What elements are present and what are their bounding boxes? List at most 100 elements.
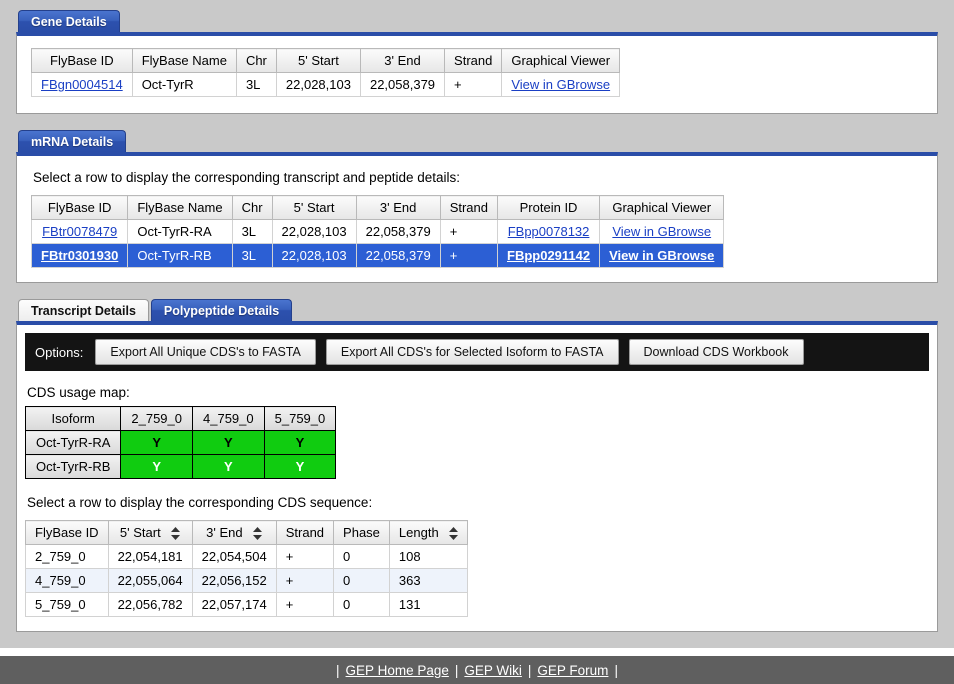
cell-isoform-name: Oct-TyrR-RA — [24, 430, 122, 455]
footer-spacer — [0, 648, 954, 656]
col-start[interactable]: 5' Start — [107, 519, 193, 546]
cell-chr: 3L — [231, 243, 273, 268]
cell-start: 22,056,782 — [107, 592, 193, 618]
gene-details-tabstrip: Gene Details — [16, 6, 938, 32]
cell-usage: Y — [263, 430, 337, 455]
col-isoform: Isoform — [24, 406, 122, 431]
footer-separator: | — [336, 662, 340, 678]
mrna-details-table: FlyBase ID FlyBase Name Chr 5' Start 3' … — [30, 195, 725, 268]
col-flybase-id: FlyBase ID — [25, 519, 109, 546]
col-label: 3' End — [206, 525, 243, 540]
detail-panel: Options: Export All Unique CDS's to FAST… — [16, 321, 938, 633]
cell-flybase-id: FBtr0078479 — [30, 219, 129, 244]
col-cds-4-759-0: 4_759_0 — [192, 406, 265, 431]
cell-strand: + — [444, 72, 503, 97]
cell-flybase-id: 4_759_0 — [25, 568, 109, 594]
col-end[interactable]: 3' End — [191, 519, 277, 546]
col-strand: Strand — [275, 519, 335, 546]
cell-flybase-id: 5_759_0 — [25, 592, 109, 618]
footer: | GEP Home Page | GEP Wiki | GEP Forum | — [0, 656, 954, 684]
mrna-flybase-link[interactable]: FBtr0078479 — [42, 224, 117, 239]
table-row[interactable]: FBgn0004514 Oct-TyrR 3L 22,028,103 22,05… — [31, 72, 621, 97]
cell-strand: + — [439, 243, 499, 268]
table-row[interactable]: 4_759_0 22,055,064 22,056,152 + 0 363 — [25, 568, 469, 594]
cell-flybase-id: FBgn0004514 — [31, 72, 133, 97]
gene-gbrowse-link[interactable]: View in GBrowse — [511, 77, 610, 92]
tab-polypeptide-details[interactable]: Polypeptide Details — [150, 299, 293, 321]
mrna-gbrowse-link[interactable]: View in GBrowse — [609, 248, 714, 263]
table-header-row: FlyBase ID 5' Start 3' End Strand Phase … — [25, 519, 469, 546]
col-graphical-viewer: Graphical Viewer — [599, 195, 725, 220]
col-label: Length — [398, 525, 439, 540]
col-cds-5-759-0: 5_759_0 — [263, 406, 337, 431]
gene-flybase-link[interactable]: FBgn0004514 — [41, 77, 123, 92]
tab-mrna-details[interactable]: mRNA Details — [18, 130, 127, 152]
cell-length: 108 — [388, 544, 469, 570]
cell-usage: Y — [263, 454, 337, 479]
footer-separator: | — [527, 662, 532, 678]
mrna-gbrowse-link[interactable]: View in GBrowse — [612, 224, 711, 239]
col-label: FlyBase ID — [35, 525, 99, 541]
footer-separator: | — [614, 662, 618, 678]
col-end: 3' End — [359, 48, 446, 73]
cell-isoform-name: Oct-TyrR-RB — [24, 454, 122, 479]
col-phase: Phase — [333, 519, 390, 546]
cell-flybase-name: Oct-TyrR-RA — [127, 219, 233, 244]
cell-start: 22,028,103 — [275, 72, 361, 97]
table-row-selected[interactable]: FBtr0301930 Oct-TyrR-RB 3L 22,028,103 22… — [30, 243, 725, 268]
table-header-row: FlyBase ID FlyBase Name Chr 5' Start 3' … — [31, 48, 621, 73]
cell-usage: Y — [192, 430, 265, 455]
cell-usage: Y — [120, 430, 194, 455]
footer-link-gep-wiki[interactable]: GEP Wiki — [464, 663, 522, 678]
cds-sequence-table: FlyBase ID 5' Start 3' End Strand Phase … — [25, 519, 469, 618]
col-flybase-id: FlyBase ID — [31, 48, 133, 73]
detail-section: Transcript Details Polypeptide Details O… — [16, 295, 938, 633]
col-chr: Chr — [231, 195, 273, 220]
table-row-selected[interactable]: Oct-TyrR-RB Y Y Y — [24, 454, 337, 479]
tab-gene-details[interactable]: Gene Details — [18, 10, 120, 32]
cell-flybase-name: Oct-TyrR — [131, 72, 237, 97]
col-flybase-id: FlyBase ID — [30, 195, 129, 220]
cell-usage: Y — [120, 454, 194, 479]
table-row[interactable]: 2_759_0 22,054,181 22,054,504 + 0 108 — [25, 544, 469, 570]
table-row[interactable]: 5_759_0 22,056,782 22,057,174 + 0 131 — [25, 592, 469, 618]
col-protein-id: Protein ID — [496, 195, 601, 220]
table-row[interactable]: Oct-TyrR-RA Y Y Y — [24, 430, 337, 455]
mrna-flybase-link[interactable]: FBtr0301930 — [41, 248, 118, 263]
tab-transcript-details[interactable]: Transcript Details — [18, 299, 149, 321]
mrna-protein-link[interactable]: FBpp0078132 — [508, 224, 590, 239]
col-label: Phase — [343, 525, 380, 541]
col-label: 5' Start — [119, 525, 161, 540]
footer-link-gep-home-page[interactable]: GEP Home Page — [346, 663, 449, 678]
mrna-protein-link[interactable]: FBpp0291142 — [507, 248, 590, 263]
col-graphical-viewer: Graphical Viewer — [501, 48, 621, 73]
cell-strand: + — [439, 219, 499, 244]
col-flybase-name: FlyBase Name — [131, 48, 237, 73]
cell-chr: 3L — [231, 219, 273, 244]
col-cds-2-759-0: 2_759_0 — [120, 406, 194, 431]
cell-strand: + — [275, 592, 335, 618]
mrna-details-tabstrip: mRNA Details — [16, 126, 938, 152]
sort-arrows-icon[interactable] — [253, 527, 263, 541]
cell-graphical-viewer: View in GBrowse — [599, 219, 725, 244]
col-end: 3' End — [355, 195, 441, 220]
cds-table-instruction: Select a row to display the correspondin… — [27, 495, 373, 510]
sort-arrows-icon[interactable] — [171, 527, 181, 541]
col-strand: Strand — [439, 195, 499, 220]
footer-link-gep-forum[interactable]: GEP Forum — [537, 663, 608, 678]
col-label: Strand — [285, 525, 325, 541]
footer-separator: | — [454, 662, 459, 678]
cds-usage-map-title: CDS usage map: — [27, 385, 130, 400]
cell-strand: + — [275, 544, 335, 570]
col-chr: Chr — [235, 48, 277, 73]
cell-start: 22,055,064 — [107, 568, 193, 594]
table-row[interactable]: FBtr0078479 Oct-TyrR-RA 3L 22,028,103 22… — [30, 219, 725, 244]
sort-arrows-icon[interactable] — [449, 527, 459, 541]
export-all-unique-cds-button[interactable]: Export All Unique CDS's to FASTA — [95, 339, 316, 365]
col-length[interactable]: Length — [388, 519, 469, 546]
cell-start: 22,028,103 — [271, 219, 357, 244]
cell-phase: 0 — [333, 568, 390, 594]
download-cds-workbook-button[interactable]: Download CDS Workbook — [628, 339, 804, 365]
cell-graphical-viewer: View in GBrowse — [501, 72, 621, 97]
export-selected-isoform-cds-button[interactable]: Export All CDS's for Selected Isoform to… — [325, 339, 619, 365]
